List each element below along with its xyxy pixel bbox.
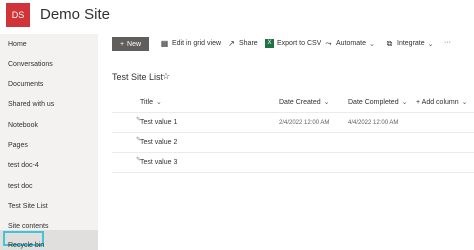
star-icon[interactable]: ☆ — [162, 71, 170, 82]
nav-item-test-doc[interactable]: test doc — [8, 183, 33, 190]
column-header-date-completed[interactable]: Date Completed ⌄ — [348, 98, 408, 107]
row-title[interactable]: Test value 1 — [140, 119, 177, 126]
excel-icon: X — [265, 39, 274, 48]
edit-grid-label: Edit in grid view — [172, 40, 222, 47]
chevron-down-icon: ⌄ — [368, 40, 375, 48]
nav-item-test-site-list[interactable]: Test Site List — [8, 203, 48, 210]
new-button-label: New — [127, 40, 142, 48]
share-icon: ↗ — [228, 39, 235, 48]
command-bar: + New ▦ Edit in grid view ↗ Share X Expo… — [98, 34, 474, 56]
chevron-down-icon: ⌄ — [427, 40, 434, 48]
edit-grid-button[interactable]: ▦ Edit in grid view — [160, 39, 221, 48]
row-divider — [112, 132, 474, 133]
more-options-icon: ··· — [444, 39, 451, 46]
nav-item-notebook[interactable]: Notebook — [8, 122, 38, 129]
site-title[interactable]: Demo Site — [40, 6, 110, 23]
site-header: DS Demo Site — [0, 0, 474, 34]
row-divider — [112, 112, 474, 113]
row-date-completed: 4/4/2022 12:00 AM — [348, 120, 399, 126]
add-column-button[interactable]: + Add column ⌄ — [416, 98, 468, 107]
automate-label: Automate — [336, 40, 366, 47]
share-label: Share — [239, 40, 258, 47]
more-options-button[interactable]: ··· — [444, 39, 451, 46]
chevron-down-icon: ⌄ — [461, 99, 468, 106]
list-title: Test Site List — [112, 72, 164, 82]
share-button[interactable]: ↗ Share — [227, 39, 258, 48]
automate-icon: ⤳ — [325, 39, 332, 48]
integrate-button[interactable]: ⧉ Integrate ⌄ — [385, 39, 434, 48]
nav-item-documents[interactable]: Documents — [8, 81, 43, 88]
site-logo[interactable]: DS — [6, 3, 30, 27]
column-header-date-created[interactable]: Date Created ⌄ — [279, 98, 330, 107]
export-csv-button[interactable]: X Export to CSV — [265, 39, 321, 48]
row-date-created: 2/4/2022 12:00 AM — [279, 120, 330, 126]
nav-item-pages[interactable]: Pages — [8, 142, 28, 149]
row-title[interactable]: Test value 2 — [140, 139, 177, 146]
nav-item-home[interactable]: Home — [8, 41, 27, 48]
nav-item-test-doc-4[interactable]: test doc-4 — [8, 162, 39, 169]
column-completed-label: Date Completed — [348, 98, 399, 106]
row-divider — [112, 152, 474, 153]
plus-icon: + — [119, 40, 125, 48]
column-title-label: Title — [140, 98, 153, 106]
row-title[interactable]: Test value 3 — [140, 159, 177, 166]
chevron-down-icon: ⌄ — [323, 99, 330, 106]
nav-item-conversations[interactable]: Conversations — [8, 61, 53, 68]
column-header-title[interactable]: Title ⌄ — [140, 98, 162, 107]
column-created-label: Date Created — [279, 98, 321, 106]
integrate-label: Integrate — [397, 40, 425, 47]
grid-icon: ▦ — [160, 39, 169, 48]
automate-button[interactable]: ⤳ Automate ⌄ — [324, 39, 375, 48]
chevron-down-icon: ⌄ — [401, 99, 408, 106]
new-button[interactable]: + New — [112, 37, 149, 51]
add-column-label: + Add column — [416, 98, 459, 106]
chevron-down-icon: ⌄ — [155, 99, 162, 106]
nav-item-shared-with-us[interactable]: Shared with us — [8, 101, 54, 108]
left-navigation: Home Conversations Documents Shared with… — [0, 34, 98, 250]
nav-item-site-contents[interactable]: Site contents — [8, 223, 48, 230]
export-csv-label: Export to CSV — [277, 40, 322, 47]
integrate-icon: ⧉ — [386, 39, 393, 48]
row-divider — [112, 172, 474, 173]
